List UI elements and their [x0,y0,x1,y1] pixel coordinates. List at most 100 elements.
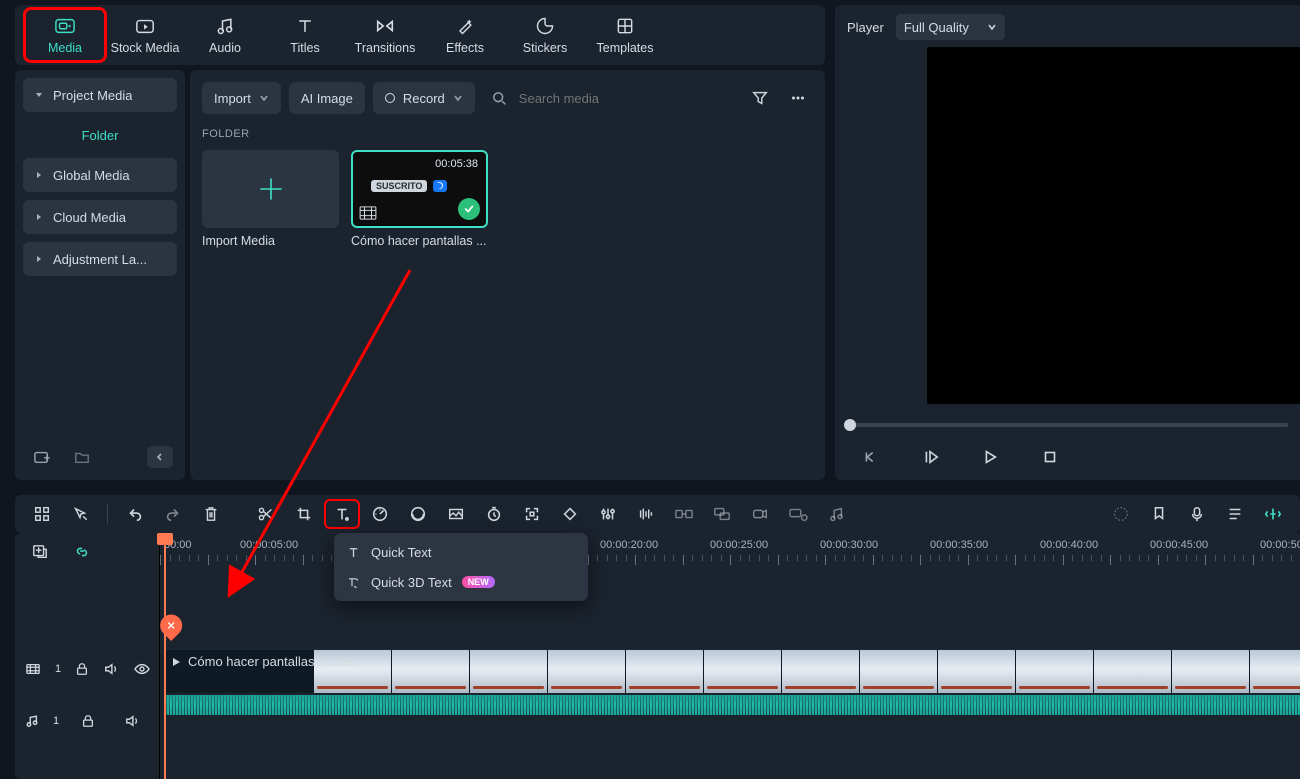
text-tool-button[interactable] [325,500,359,528]
chevron-down-icon [259,93,269,103]
timeline-panel: 1 1 00:0000:00:05:0000:00:20:0000:00:25:… [15,533,1300,779]
section-label: FOLDER [202,128,813,140]
timeline-tracks-area[interactable]: 00:0000:00:05:0000:00:20:0000:00:25:0000… [160,533,1300,779]
tab-stock-media[interactable]: Stock Media [105,9,185,61]
text-3d-icon [346,575,361,590]
check-icon [458,198,480,220]
tab-titles[interactable]: Titles [265,9,345,61]
player-viewport[interactable] [927,47,1300,404]
search-box[interactable] [483,90,737,107]
menu-quick-text[interactable]: Quick Text [334,537,588,567]
player-title: Player [847,20,884,35]
sidebar-item-global-media[interactable]: Global Media [23,158,177,192]
top-tab-bar: Media Stock Media Audio Titles [15,5,825,65]
tab-label: Media [48,41,82,55]
lock-audio-button[interactable] [73,706,103,736]
quality-select[interactable]: Full Quality [896,14,1005,40]
menu-label: Quick 3D Text [371,575,452,590]
timeline-track-headers: 1 1 [15,533,160,779]
tab-label: Transitions [355,41,416,55]
stop-button[interactable] [1035,442,1065,472]
audio-waveform[interactable] [164,695,1300,715]
detach-audio-button[interactable] [667,500,701,528]
sidebar-folder-label[interactable]: Folder [23,120,177,150]
media-icon [54,15,76,37]
sidebar-item-cloud-media[interactable]: Cloud Media [23,200,177,234]
clip-thumb[interactable]: 00:05:38 SUSCRITO [351,150,488,228]
delete-button[interactable] [194,500,228,528]
link-button[interactable] [67,537,97,567]
tab-label: Templates [597,41,654,55]
timeline-toolbar [15,495,1300,533]
new-folder-icon[interactable] [67,442,97,472]
tab-effects[interactable]: Effects [425,9,505,61]
like-icon [433,180,447,192]
list-view-button[interactable] [1218,500,1252,528]
adjust-button[interactable] [591,500,625,528]
sidebar-item-adjustment-layer[interactable]: Adjustment La... [23,242,177,276]
undo-button[interactable] [118,500,152,528]
sidebar-item-project-media[interactable]: Project Media [23,78,177,112]
tab-media[interactable]: Media [25,9,105,61]
text-tool-menu: Quick Text Quick 3D Text NEW [334,533,588,601]
crop-button[interactable] [287,500,321,528]
tab-audio[interactable]: Audio [185,9,265,61]
track-manager-button[interactable] [25,500,59,528]
duration-button[interactable] [477,500,511,528]
keyframe-button[interactable] [553,500,587,528]
import-thumb[interactable] [202,150,339,228]
menu-quick-3d-text[interactable]: Quick 3D Text NEW [334,567,588,597]
fit-button[interactable] [515,500,549,528]
audio-track-index: 1 [53,715,59,727]
more-button[interactable] [783,83,813,113]
timeline-ruler[interactable]: 00:0000:00:05:0000:00:20:0000:00:25:0000… [160,533,1300,571]
tab-stickers[interactable]: Stickers [505,9,585,61]
player-panel: Player Full Quality [835,5,1300,480]
hide-track-button[interactable] [133,654,151,684]
import-media-card[interactable]: Import Media [202,150,339,248]
redo-button[interactable] [156,500,190,528]
marker-color-button[interactable] [1104,500,1138,528]
video-track-head[interactable]: 1 [15,643,159,695]
voiceover-button[interactable] [1180,500,1214,528]
lock-track-button[interactable] [75,654,89,684]
speed-button[interactable] [363,500,397,528]
crop-zoom-button[interactable] [439,500,473,528]
pointer-tool-button[interactable] [63,500,97,528]
mute-track-button[interactable] [103,654,119,684]
play-pause-button[interactable] [915,442,945,472]
tab-templates[interactable]: Templates [585,9,665,61]
add-track-button[interactable] [25,537,55,567]
clip-frame [782,650,859,693]
video-clip[interactable]: Cómo hacer pantallas finales [164,649,1300,693]
marker-button[interactable] [1142,500,1176,528]
split-button[interactable] [249,500,283,528]
record-dropdown[interactable]: Record [373,82,475,114]
audio-mixer-button[interactable] [629,500,663,528]
color-button[interactable] [401,500,435,528]
player-scrubber[interactable] [847,418,1288,432]
scrub-knob[interactable] [844,419,856,431]
import-dropdown[interactable]: Import [202,82,281,114]
collapse-sidebar-button[interactable] [147,446,173,468]
group-button[interactable] [705,500,739,528]
audio-track-head[interactable]: 1 [15,695,159,747]
clip-frame [1172,650,1249,693]
ai-image-button[interactable]: AI Image [289,82,365,114]
mute-audio-button[interactable] [117,706,147,736]
music-button[interactable] [819,500,853,528]
new-bin-icon[interactable] [27,442,57,472]
tab-transitions[interactable]: Transitions [345,9,425,61]
tab-label: Stickers [523,41,567,55]
clip-frame [1016,650,1093,693]
media-clip-card[interactable]: 00:05:38 SUSCRITO Cómo hacer pantallas .… [351,150,488,248]
record-vo-button[interactable] [743,500,777,528]
caption-button[interactable] [781,500,815,528]
render-preview-button[interactable] [1256,500,1290,528]
play-button[interactable] [975,442,1005,472]
playhead[interactable] [164,533,166,779]
prev-frame-button[interactable] [855,442,885,472]
search-input[interactable] [517,90,729,107]
filter-button[interactable] [745,83,775,113]
chevron-down-icon [987,22,997,32]
